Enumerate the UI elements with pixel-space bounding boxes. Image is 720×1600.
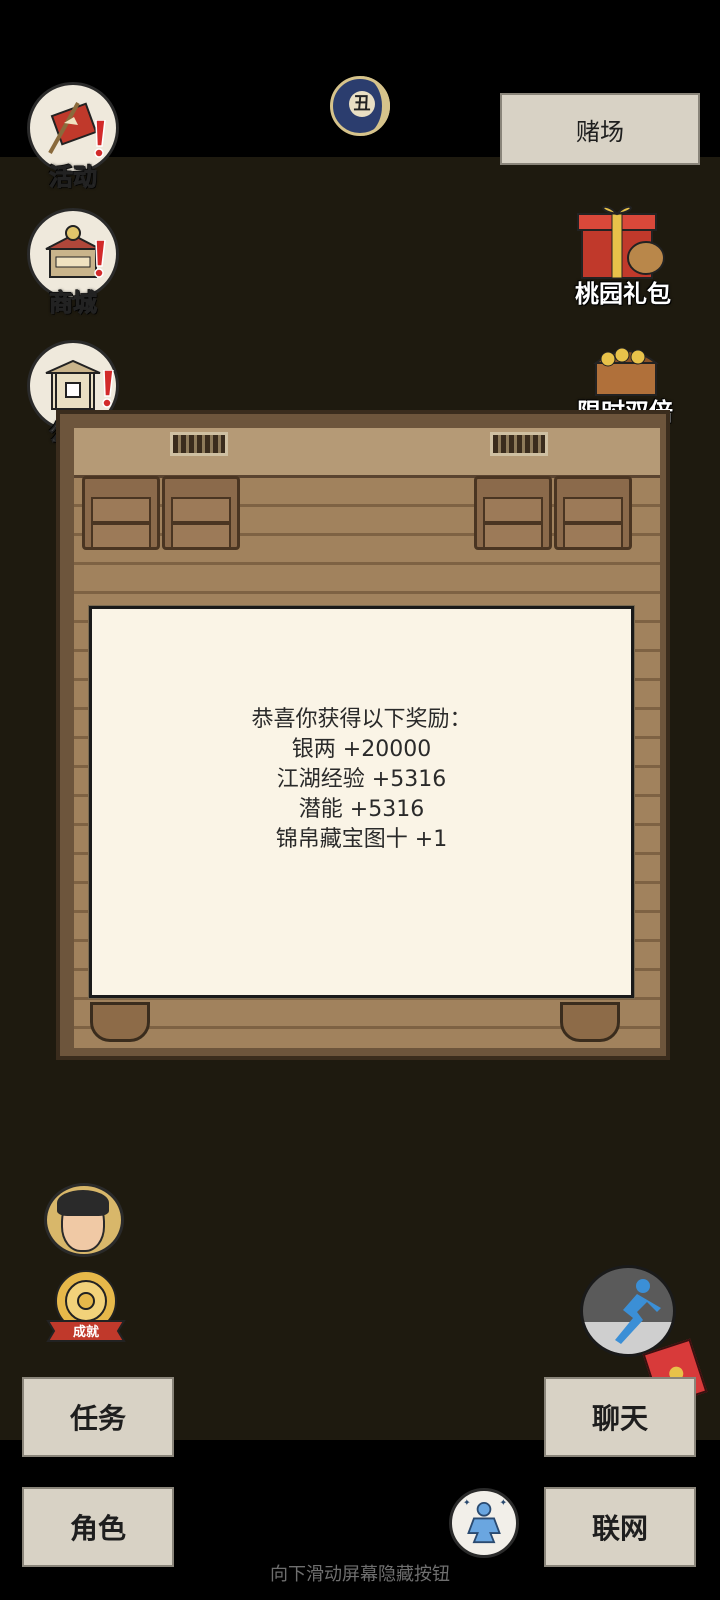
svg-text:✦: ✦: [463, 1499, 471, 1509]
avatar[interactable]: [44, 1183, 124, 1257]
treasure-chest-icon[interactable]: [586, 333, 666, 399]
chat-button[interactable]: 聊天: [544, 1377, 696, 1457]
task-button[interactable]: 任务: [22, 1377, 174, 1457]
time-of-day-badge[interactable]: 丑: [330, 76, 390, 136]
role-label: 角色: [69, 1512, 126, 1545]
cabinet: [474, 476, 552, 550]
activity-label: 活动: [49, 163, 98, 192]
room-wall: [74, 428, 660, 478]
svg-text:✦: ✦: [500, 1499, 508, 1509]
cabinet: [554, 476, 632, 550]
runner-icon: [615, 1279, 661, 1344]
gift-pack-label: 桃园礼包: [575, 280, 671, 308]
reward-dialog[interactable]: 恭喜你获得以下奖励： 银两 +20000 江湖经验 +5316 潜能 +5316…: [89, 606, 634, 998]
casino-label: 赌场: [576, 117, 624, 146]
shop-alert-icon: [94, 240, 106, 278]
reward-message: 恭喜你获得以下奖励： 银两 +20000 江湖经验 +5316 潜能 +5316…: [92, 705, 631, 855]
barrel: [560, 1002, 620, 1042]
reward-silver: 银两 +20000: [291, 737, 432, 762]
chat-label: 聊天: [591, 1402, 648, 1435]
reward-experience: 江湖经验 +5316: [276, 767, 447, 792]
online-button[interactable]: 联网: [544, 1487, 696, 1567]
meditate-button[interactable]: ✦ ✦: [449, 1488, 519, 1558]
shop-label: 商城: [49, 289, 98, 318]
online-label: 联网: [591, 1512, 648, 1545]
wall-vent: [490, 432, 548, 456]
role-button[interactable]: 角色: [22, 1487, 174, 1567]
notice-alert-icon: [102, 370, 114, 408]
meditate-icon: ✦ ✦: [463, 1499, 508, 1544]
swipe-hint: 向下滑动屏幕隐藏按钮: [270, 1564, 450, 1585]
activity-alert-icon: [94, 120, 106, 158]
wall-vent: [170, 432, 228, 456]
avatar-hair: [57, 1190, 109, 1216]
achievement-medal-icon[interactable]: 成就: [44, 1265, 128, 1345]
cabinet: [162, 476, 240, 550]
reward-treasure-map: 锦帛藏宝图十 +1: [275, 827, 448, 852]
achievement-label: 成就: [73, 1324, 99, 1340]
reward-title: 恭喜你获得以下奖励：: [251, 707, 472, 732]
casino-button[interactable]: 赌场: [500, 93, 700, 165]
task-label: 任务: [69, 1402, 126, 1435]
reward-potential: 潜能 +5316: [298, 797, 425, 822]
cabinet: [82, 476, 160, 550]
time-char: 丑: [349, 91, 375, 117]
barrel: [90, 1002, 150, 1042]
gift-box-icon[interactable]: [574, 200, 672, 280]
auto-run-button[interactable]: [580, 1265, 676, 1357]
